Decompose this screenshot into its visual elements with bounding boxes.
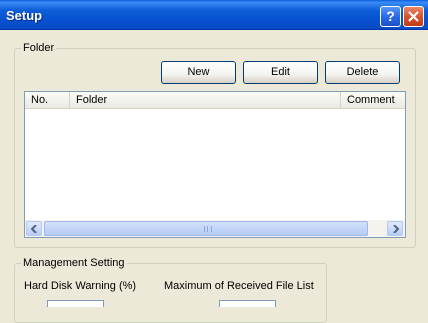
folder-list-header: No. Folder Comment bbox=[25, 92, 405, 109]
arrow-left-icon bbox=[31, 225, 37, 233]
folder-list[interactable]: No. Folder Comment bbox=[24, 91, 406, 238]
help-icon: ? bbox=[386, 8, 395, 24]
column-header-comment[interactable]: Comment bbox=[341, 92, 405, 109]
column-header-no[interactable]: No. bbox=[25, 92, 70, 109]
management-setting-label: Management Setting bbox=[21, 257, 127, 269]
close-icon bbox=[408, 11, 419, 22]
folder-group-label: Folder bbox=[21, 42, 57, 54]
scroll-thumb[interactable] bbox=[44, 221, 368, 236]
title-bar[interactable]: Setup ? bbox=[0, 0, 428, 30]
new-button[interactable]: New bbox=[161, 61, 236, 84]
hdd-warning-field[interactable] bbox=[47, 300, 104, 307]
delete-button[interactable]: Delete bbox=[325, 61, 400, 84]
horizontal-scrollbar[interactable] bbox=[25, 220, 405, 237]
help-button[interactable]: ? bbox=[380, 6, 401, 27]
max-received-label: Maximum of Received File List bbox=[164, 280, 314, 292]
max-received-field[interactable] bbox=[219, 300, 276, 307]
window-title: Setup bbox=[6, 8, 43, 23]
arrow-right-icon bbox=[393, 225, 399, 233]
edit-button[interactable]: Edit bbox=[243, 61, 318, 84]
scroll-grip-icon bbox=[204, 226, 212, 232]
column-header-folder[interactable]: Folder bbox=[70, 92, 341, 109]
hdd-warning-label: Hard Disk Warning (%) bbox=[24, 280, 137, 292]
close-button[interactable] bbox=[403, 6, 424, 27]
management-setting-group: Management Setting bbox=[14, 257, 327, 323]
scroll-left-button[interactable] bbox=[26, 221, 42, 236]
scroll-right-button[interactable] bbox=[387, 221, 403, 236]
